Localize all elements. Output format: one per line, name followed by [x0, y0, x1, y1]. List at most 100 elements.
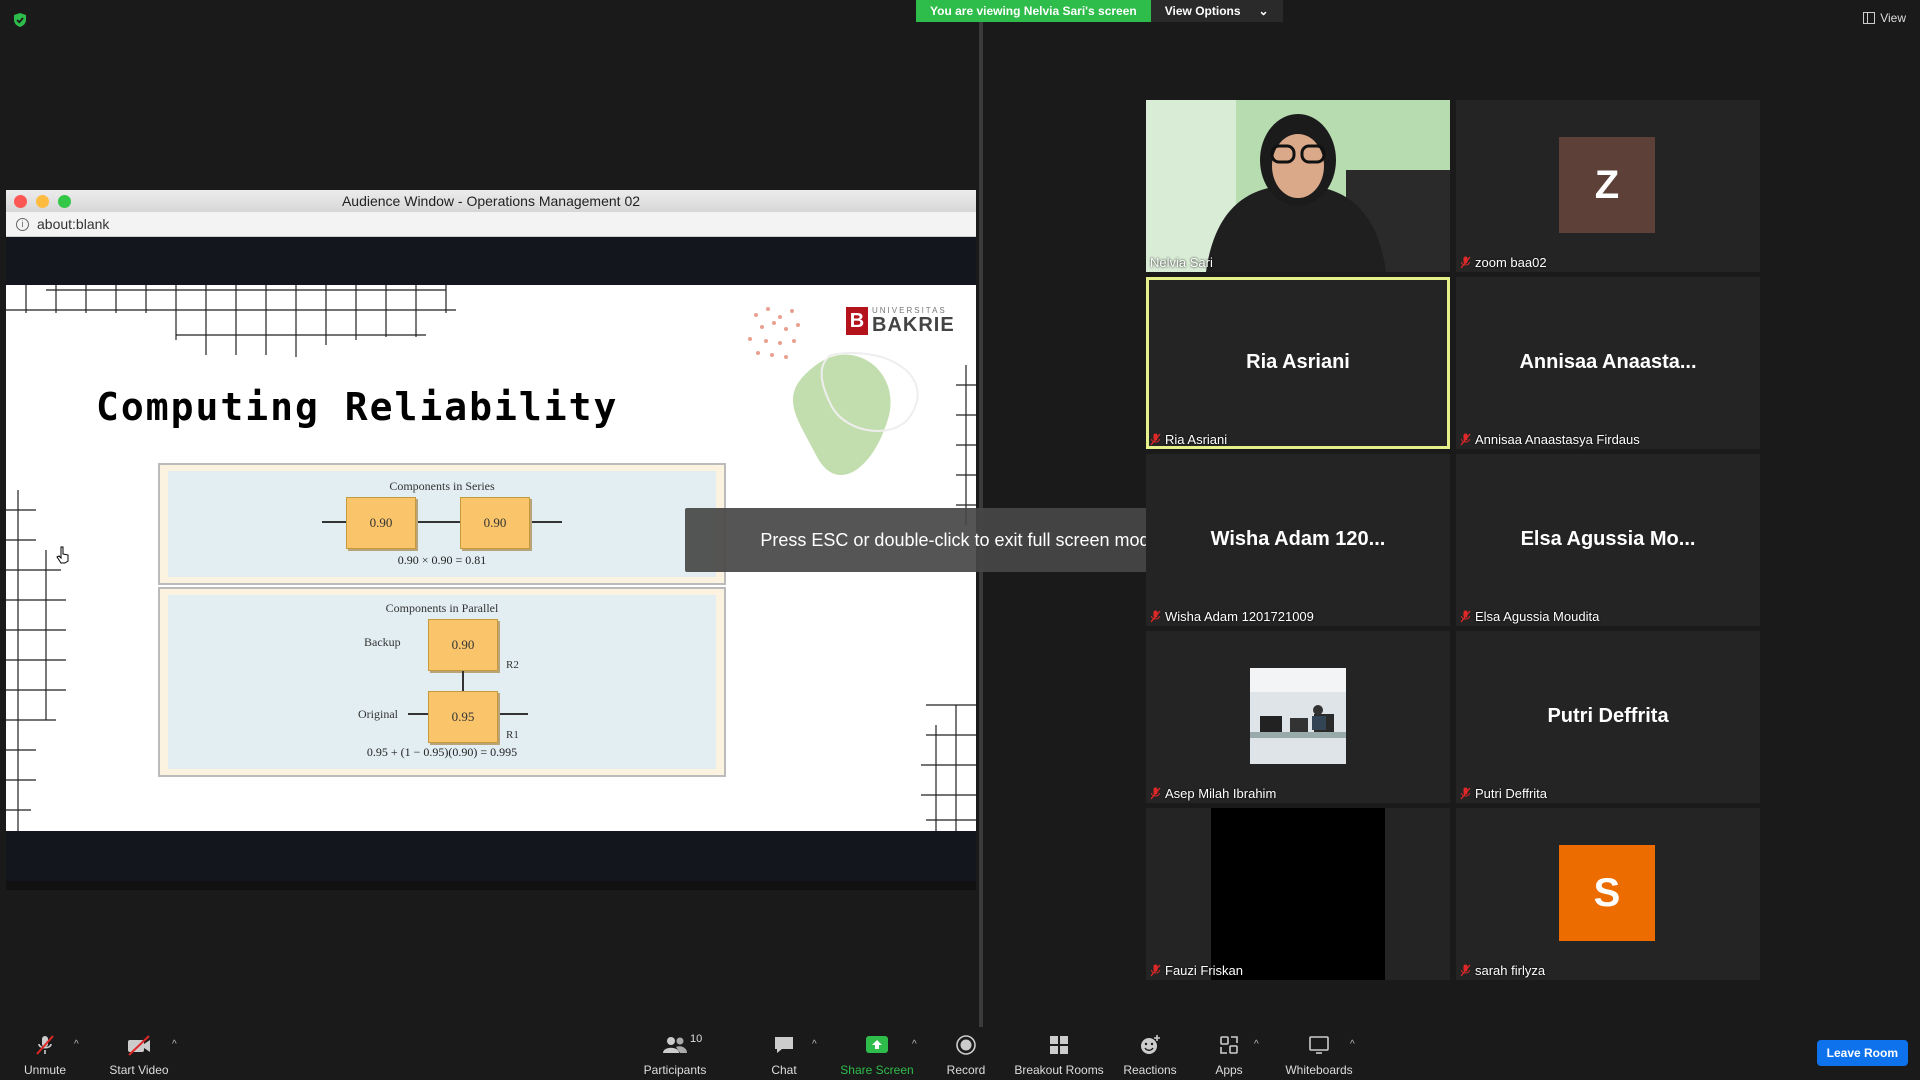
mic-muted-icon [1150, 787, 1161, 800]
start-video-label: Start Video [109, 1063, 169, 1077]
unmute-label: Unmute [23, 1063, 67, 1077]
participant-name: Annisaa Anaastasya Firdaus [1475, 432, 1640, 447]
apps-button[interactable]: Apps [1212, 1033, 1246, 1077]
share-screen-button[interactable]: Share Screen [840, 1033, 914, 1077]
mic-muted-icon [1150, 433, 1161, 446]
info-icon[interactable]: i [16, 217, 29, 231]
breakout-rooms-button[interactable]: Breakout Rooms [1012, 1033, 1106, 1077]
view-label: View [1880, 11, 1906, 25]
chat-icon [775, 1037, 793, 1053]
start-video-button[interactable]: Start Video [106, 1033, 172, 1077]
participant-tile[interactable]: Ria Asriani Ria Asriani [1146, 277, 1450, 449]
participant-name-label: Asep Milah Ibrahim [1150, 786, 1276, 801]
window-titlebar[interactable]: Audience Window - Operations Management … [6, 190, 976, 212]
meeting-toolbar: Unmute ^ Start Video ^ 10 Participants C… [0, 1027, 1920, 1080]
participant-display-name: Putri Deffrita [1547, 705, 1669, 727]
unmute-button[interactable]: Unmute [22, 1033, 68, 1077]
participant-name-label: Fauzi Friskan [1150, 963, 1243, 978]
record-button[interactable]: Record [944, 1033, 988, 1077]
close-window-button[interactable] [14, 195, 27, 208]
original-label: Original [358, 707, 398, 721]
participant-name: Asep Milah Ibrahim [1165, 786, 1277, 801]
universitas-bakrie-logo: B UNIVERSITAS BAKRIE [846, 307, 955, 335]
view-options-button[interactable]: View Options ⌄ [1150, 0, 1283, 22]
series-title: Components in Series [389, 479, 495, 493]
grid-decoration-left [6, 490, 66, 831]
participant-display-name: Annisaa Anaasta... [1519, 351, 1697, 373]
apps-options-caret[interactable]: ^ [1254, 1039, 1259, 1050]
participant-name: Elsa Agussia Moudita [1475, 609, 1600, 624]
participants-count: 10 [690, 1033, 703, 1045]
participant-tile[interactable]: Ssarah firlyza [1456, 808, 1760, 980]
participant-name: sarah firlyza [1475, 963, 1546, 978]
whiteboards-button[interactable]: Whiteboards [1282, 1033, 1356, 1077]
video-options-caret[interactable]: ^ [172, 1039, 177, 1050]
participant-tile[interactable]: Wisha Adam 120... Wisha Adam 1201721009 [1146, 454, 1450, 626]
chat-options-caret[interactable]: ^ [812, 1039, 817, 1050]
participant-display-name: Wisha Adam 120... [1210, 528, 1386, 550]
participant-name-label: Ria Asriani [1150, 432, 1227, 447]
participant-tile[interactable]: Nelvia Sari [1146, 100, 1450, 272]
maximize-window-button[interactable] [58, 195, 71, 208]
participant-tile[interactable]: Putri Deffrita Putri Deffrita [1456, 631, 1760, 803]
participants-label: Participants [643, 1063, 707, 1077]
audio-options-caret[interactable]: ^ [74, 1039, 79, 1050]
participant-name-label: Nelvia Sari [1150, 255, 1213, 270]
participant-tile[interactable]: Asep Milah Ibrahim [1146, 631, 1450, 803]
participant-name: Ria Asriani [1165, 432, 1228, 447]
reactions-label: Reactions [1123, 1063, 1177, 1077]
participant-tile[interactable]: Annisaa Anaasta... Annisaa Anaastasya Fir… [1456, 277, 1760, 449]
participant-avatar: Z [1559, 137, 1655, 233]
series-formula: 0.90 × 0.90 = 0.81 [397, 553, 487, 567]
participant-display-name: Ria Asriani [1246, 351, 1350, 373]
chat-button[interactable]: Chat [764, 1033, 804, 1077]
participant-name-label: Putri Deffrita [1460, 786, 1547, 801]
participant-name-label: sarah firlyza [1460, 963, 1545, 978]
chat-label: Chat [771, 1063, 797, 1077]
mic-muted-icon [1150, 964, 1161, 977]
share-options-caret[interactable]: ^ [912, 1039, 917, 1050]
participant-name-label: Annisaa Anaastasya Firdaus [1460, 432, 1640, 447]
security-shield-icon[interactable] [12, 12, 28, 28]
participant-name: Fauzi Friskan [1165, 963, 1244, 978]
participant-avatar: S [1559, 845, 1655, 941]
backup-component: 0.90 [428, 619, 498, 671]
share-screen-icon [866, 1036, 888, 1053]
participant-video [1146, 100, 1450, 272]
participant-tile[interactable]: Fauzi Friskan [1146, 808, 1450, 980]
window-title: Audience Window - Operations Management … [341, 193, 641, 209]
minimize-window-button[interactable] [36, 195, 49, 208]
mic-muted-icon [1150, 610, 1161, 623]
logo-big-text: BAKRIE [872, 314, 955, 336]
mic-muted-icon [1460, 433, 1471, 446]
parallel-formula: 0.95 + (1 − 0.95)(0.90) = 0.995 [366, 745, 518, 759]
participants-button[interactable]: 10 Participants [642, 1033, 708, 1077]
participant-tile[interactable]: Elsa Agussia Mo... Elsa Agussia Moudita [1456, 454, 1760, 626]
reactions-icon [1141, 1035, 1160, 1054]
breakout-rooms-label: Breakout Rooms [1014, 1063, 1104, 1077]
view-layout-button[interactable]: View [1863, 11, 1906, 25]
whiteboards-options-caret[interactable]: ^ [1350, 1039, 1355, 1050]
series-component-2: 0.90 [460, 497, 530, 549]
share-screen-label: Share Screen [840, 1063, 914, 1077]
video-off-icon [128, 1035, 150, 1056]
record-label: Record [946, 1063, 986, 1077]
mic-muted-icon [1460, 787, 1471, 800]
url-text: about:blank [37, 216, 110, 232]
participant-tile[interactable]: Zzoom baa02 [1456, 100, 1760, 272]
hand-cursor-icon [56, 546, 69, 564]
grid-decoration-top [6, 285, 456, 357]
participant-photo [1250, 668, 1346, 764]
screen-share-banner: You are viewing Nelvia Sari's screen Vie… [916, 0, 1283, 22]
parallel-diagram: Components in Parallel Backup 0.90 R2 Or… [158, 587, 726, 777]
reactions-button[interactable]: Reactions [1122, 1033, 1178, 1077]
backup-label: Backup [364, 635, 401, 649]
address-bar[interactable]: i about:blank [6, 212, 976, 237]
mic-muted-icon [1460, 256, 1471, 269]
series-diagram: Components in Series 0.90 0.90 0.90 × 0.… [158, 463, 726, 585]
participant-display-name: Elsa Agussia Mo... [1520, 528, 1696, 550]
participants-icon [663, 1037, 687, 1053]
leave-room-button[interactable]: Leave Room [1816, 1040, 1908, 1066]
whiteboard-icon [1309, 1036, 1329, 1054]
participant-name-label: Elsa Agussia Moudita [1460, 609, 1599, 624]
